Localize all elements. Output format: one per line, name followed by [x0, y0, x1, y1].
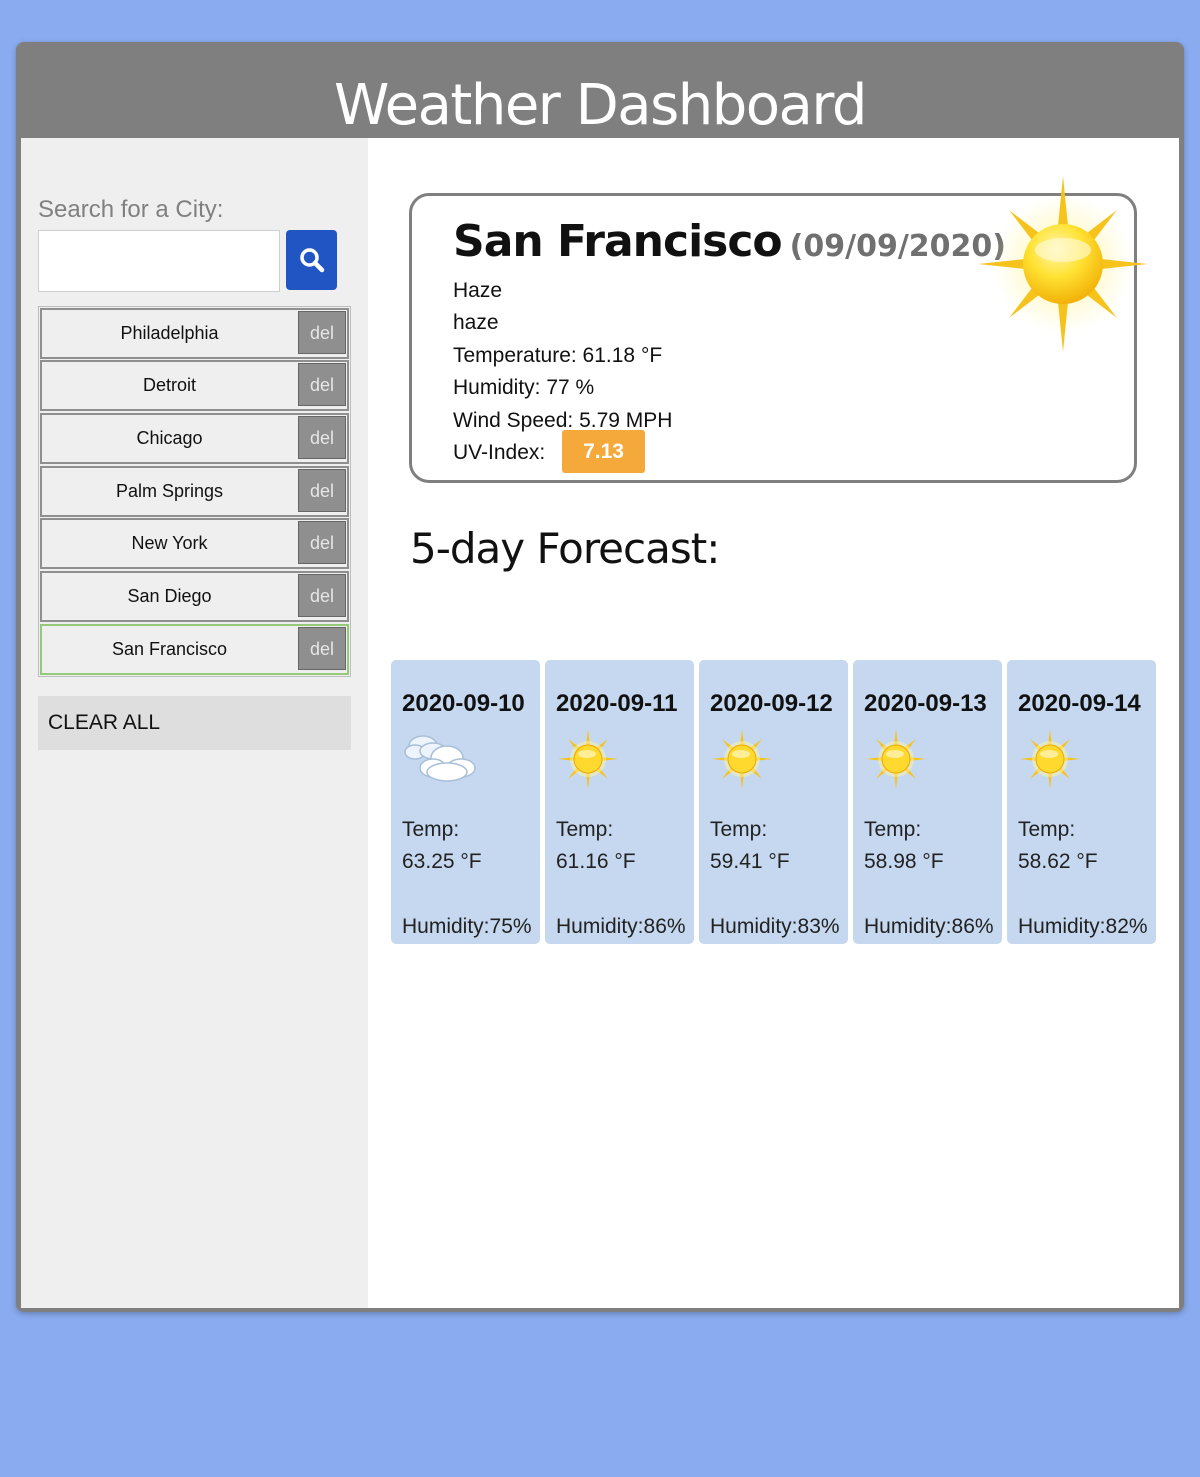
forecast-humidity: Humidity:86% — [864, 915, 994, 938]
sun-icon — [558, 729, 618, 789]
city-history-list: Philadelphia del Detroit del Chicago del… — [38, 306, 351, 677]
forecast-date: 2020-09-13 — [864, 690, 987, 717]
delete-city-button[interactable]: del — [298, 574, 346, 617]
city-button[interactable]: San Diego — [42, 573, 297, 620]
weather-main: Haze — [453, 279, 503, 302]
sidebar: Search for a City: Philadelphia del Detr… — [21, 138, 368, 1308]
current-city-heading: San Francisco (09/09/2020) — [453, 216, 1006, 267]
uv-index-label: UV-Index: — [453, 441, 546, 464]
forecast-card: 2020-09-10 Temp: 63.25 °F Humidity:75% — [391, 660, 540, 944]
forecast-temp-label: Temp: — [402, 818, 460, 841]
clear-all-button[interactable]: CLEAR ALL — [38, 696, 351, 750]
search-button[interactable] — [286, 230, 337, 290]
forecast-temp-label: Temp: — [1018, 818, 1076, 841]
city-button[interactable]: Chicago — [42, 415, 297, 462]
city-history-item: Detroit del — [40, 360, 349, 411]
city-history-item: Chicago del — [40, 413, 349, 464]
current-city-name: San Francisco — [453, 216, 783, 267]
delete-city-button[interactable]: del — [298, 469, 346, 512]
cloud-icon — [404, 735, 476, 782]
city-button[interactable]: New York — [42, 520, 297, 567]
city-button[interactable]: Philadelphia — [42, 310, 297, 357]
app-header: Weather Dashboard — [16, 42, 1184, 138]
city-history-item: San Diego del — [40, 571, 349, 622]
search-icon — [299, 248, 324, 273]
forecast-temp-label: Temp: — [864, 818, 922, 841]
sun-icon — [712, 729, 772, 789]
sun-icon — [978, 176, 1148, 351]
forecast-date: 2020-09-14 — [1018, 690, 1141, 717]
forecast-title: 5-day Forecast: — [410, 524, 720, 573]
forecast-date: 2020-09-12 — [710, 690, 833, 717]
city-button[interactable]: Detroit — [42, 362, 297, 409]
forecast-date: 2020-09-10 — [402, 690, 525, 717]
city-history-item: Palm Springs del — [40, 466, 349, 517]
forecast-temp: 61.16 °F — [556, 850, 636, 873]
city-button[interactable]: Palm Springs — [42, 468, 297, 515]
sun-icon — [866, 729, 926, 789]
forecast-card: 2020-09-13 Temp: 58.98 °F Humidity:86% — [853, 660, 1002, 944]
forecast-card: 2020-09-12 Temp: 59.41 °F Humidity:83% — [699, 660, 848, 944]
delete-city-button[interactable]: del — [298, 311, 346, 354]
delete-city-button[interactable]: del — [298, 363, 346, 406]
forecast-temp-label: Temp: — [556, 818, 614, 841]
forecast-humidity: Humidity:82% — [1018, 915, 1148, 938]
delete-city-button[interactable]: del — [298, 416, 346, 459]
forecast-temp: 59.41 °F — [710, 850, 790, 873]
forecast-humidity: Humidity:83% — [710, 915, 840, 938]
page-title: Weather Dashboard — [334, 73, 867, 138]
city-history-item: Philadelphia del — [40, 308, 349, 359]
sun-icon — [1020, 729, 1080, 789]
forecast-temp: 58.98 °F — [864, 850, 944, 873]
current-weather-card: San Francisco (09/09/2020) Haze haze Temp… — [409, 176, 1148, 483]
humidity-text: Humidity: 77 % — [453, 376, 595, 399]
uv-index-badge: 7.13 — [562, 430, 645, 473]
city-history-item: New York del — [40, 518, 349, 569]
forecast-temp: 63.25 °F — [402, 850, 482, 873]
delete-city-button[interactable]: del — [298, 627, 346, 670]
forecast-humidity: Humidity:86% — [556, 915, 686, 938]
search-input[interactable] — [38, 230, 280, 292]
delete-city-button[interactable]: del — [298, 521, 346, 564]
forecast-card: 2020-09-14 Temp: 58.62 °F Humidity:82% — [1007, 660, 1156, 944]
forecast-humidity: Humidity:75% — [402, 915, 532, 938]
current-date: (09/09/2020) — [789, 229, 1006, 264]
city-button[interactable]: San Francisco — [42, 626, 297, 673]
forecast-card: 2020-09-11 Temp: 61.16 °F Humidity:86% — [545, 660, 694, 944]
app-window: Weather Dashboard Search for a City: Phi… — [16, 42, 1184, 1312]
forecast-date: 2020-09-11 — [556, 690, 678, 717]
weather-description: haze — [453, 311, 499, 334]
search-label: Search for a City: — [38, 196, 224, 223]
city-history-item-active: San Francisco del — [40, 624, 349, 675]
forecast-temp: 58.62 °F — [1018, 850, 1098, 873]
temperature-text: Temperature: 61.18 °F — [453, 344, 663, 367]
main-content: San Francisco (09/09/2020) Haze haze Temp… — [368, 138, 1179, 1308]
forecast-temp-label: Temp: — [710, 818, 768, 841]
